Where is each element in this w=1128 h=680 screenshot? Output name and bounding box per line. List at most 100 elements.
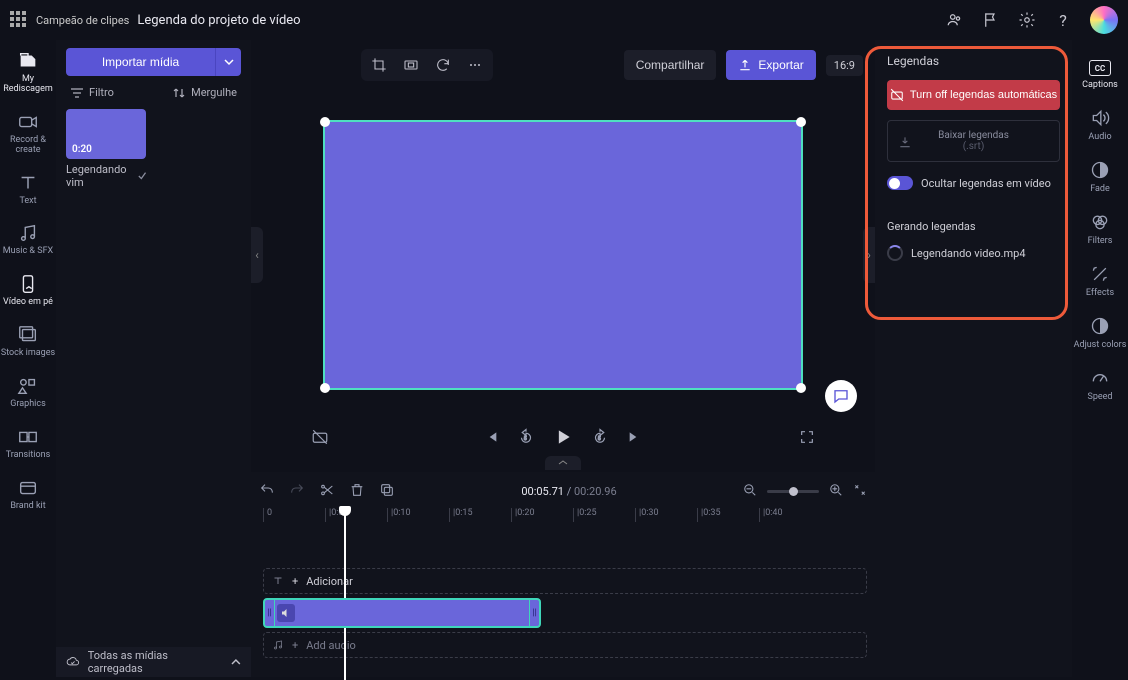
comment-fab[interactable]: [825, 380, 857, 412]
panel-collapse-left[interactable]: ‹: [251, 227, 263, 283]
help-icon[interactable]: ?: [1054, 11, 1072, 29]
apps-grid-icon[interactable]: [10, 11, 28, 29]
forward-button[interactable]: 5: [591, 428, 609, 449]
mute-icon[interactable]: [277, 604, 295, 622]
rotate-button[interactable]: [429, 53, 457, 77]
ruler-tick: |0:20: [511, 508, 573, 522]
contrast-icon: [1090, 316, 1110, 336]
generating-item: Legendando video.mp4: [887, 245, 1060, 261]
ruler-tick: |0:30: [635, 508, 697, 522]
check-icon: [138, 171, 146, 181]
zoom-out-button[interactable]: [743, 483, 757, 500]
rightnav-audio[interactable]: Audio: [1072, 100, 1128, 150]
chevron-up-icon: [231, 657, 241, 667]
filter-button[interactable]: Filtro: [70, 86, 114, 99]
video-clip[interactable]: || ||: [263, 598, 541, 628]
panel-collapse-right[interactable]: ›: [863, 227, 875, 283]
zoom-fit-button[interactable]: [853, 483, 867, 500]
sidebar-item-graphics[interactable]: Graphics: [0, 369, 56, 418]
speedometer-icon: [1090, 368, 1110, 388]
clip-trim-right[interactable]: ||: [529, 600, 539, 626]
chevron-down-icon: [224, 57, 234, 67]
ruler-tick: |0:35: [697, 508, 759, 522]
resize-handle[interactable]: [320, 383, 330, 393]
resize-handle[interactable]: [320, 117, 330, 127]
undo-button[interactable]: [259, 482, 275, 501]
media-status-bar[interactable]: Todas as mídias carregadas: [56, 647, 251, 677]
magic-wand-icon: [1090, 264, 1110, 284]
project-title[interactable]: Legenda do projeto de vídeo: [137, 13, 300, 28]
ruler-tick: |0:15: [449, 508, 511, 522]
video-preview[interactable]: [323, 120, 803, 390]
sidebar-item-record[interactable]: Record & create: [0, 105, 56, 164]
redo-button[interactable]: [289, 482, 305, 501]
split-button[interactable]: [319, 482, 335, 501]
zoom-slider[interactable]: [767, 490, 819, 493]
hide-captions-label: Ocultar legendas em vídeo: [921, 177, 1051, 190]
turn-off-auto-captions-button[interactable]: Turn off legendas automáticas: [887, 80, 1060, 110]
duplicate-button[interactable]: [379, 482, 395, 501]
chat-icon: [832, 387, 850, 405]
import-dropdown-button[interactable]: [215, 48, 241, 76]
rightnav-speed[interactable]: Speed: [1072, 360, 1128, 410]
sidebar-item-stock[interactable]: Stock images: [0, 318, 56, 367]
export-button[interactable]: Exportar: [726, 50, 815, 80]
sidebar-item-transitions[interactable]: Transitions: [0, 420, 56, 469]
text-track[interactable]: + Adicionar: [263, 568, 867, 594]
crop-button[interactable]: [365, 53, 393, 77]
playhead[interactable]: [344, 508, 346, 680]
sidebar-item-brand[interactable]: Brand kit: [0, 471, 56, 520]
download-captions-button[interactable]: Baixar legendas (.srt): [887, 120, 1060, 162]
skip-forward-button[interactable]: [627, 429, 643, 448]
sidebar-item-text[interactable]: Text: [0, 166, 56, 215]
sidebar-item-standing-video[interactable]: Vídeo em pé: [0, 267, 56, 316]
ruler-tick: |0:25: [573, 508, 635, 522]
audio-track[interactable]: + Add audio: [263, 632, 867, 658]
share-button[interactable]: Compartilhar: [624, 50, 717, 80]
avatar[interactable]: [1090, 6, 1118, 34]
gear-icon[interactable]: [1018, 11, 1036, 29]
fullscreen-button[interactable]: [799, 429, 815, 448]
center-stage: Compartilhar Exportar 16:9 ‹ ›: [251, 40, 875, 677]
speaker-icon: [1090, 108, 1110, 128]
video-track[interactable]: || ||: [263, 600, 867, 626]
captions-title: Legendas: [887, 54, 1060, 68]
upload-icon: [738, 58, 752, 72]
zoom-in-button[interactable]: [829, 483, 843, 500]
resize-handle[interactable]: [796, 383, 806, 393]
download-icon: [898, 135, 912, 149]
rightnav-captions[interactable]: CC Captions: [1072, 52, 1128, 98]
topbar: Campeão de clipes Legenda do projeto de …: [0, 0, 1128, 40]
sidebar-item-redial[interactable]: My Rediscagem: [0, 44, 56, 103]
clip-name: Legendando vim: [66, 163, 134, 189]
team-icon[interactable]: [946, 11, 964, 29]
more-button[interactable]: [461, 53, 489, 77]
text-icon: [272, 575, 284, 587]
aspect-ratio-button[interactable]: 16:9: [826, 55, 863, 76]
play-button[interactable]: [553, 427, 573, 450]
delete-button[interactable]: [349, 482, 365, 501]
timeline-ruler[interactable]: 0 |0:05 |0:10 |0:15 |0:20 |0:25 |0:30 |0…: [259, 508, 867, 526]
hide-captions-toggle[interactable]: [887, 176, 913, 190]
resize-handle[interactable]: [796, 117, 806, 127]
rightnav-effects[interactable]: Effects: [1072, 256, 1128, 306]
app-name: Campeão de clipes: [36, 14, 129, 27]
rightnav-adjust[interactable]: Adjust colors: [1072, 308, 1128, 358]
import-media-button[interactable]: Importar mídia: [66, 48, 215, 76]
sort-button[interactable]: Mergulhe: [172, 86, 237, 99]
media-clip[interactable]: 0:20 Legendando vim: [66, 109, 146, 189]
svg-text:5: 5: [524, 436, 527, 442]
music-icon: [272, 639, 284, 651]
rewind-button[interactable]: 5: [517, 428, 535, 449]
timeline-expand-button[interactable]: [545, 456, 581, 470]
cloud-check-icon: [66, 655, 80, 669]
sidebar-item-music[interactable]: Music & SFX: [0, 216, 56, 265]
skip-back-button[interactable]: [483, 429, 499, 448]
clip-trim-left[interactable]: ||: [265, 600, 275, 626]
rightnav-filters[interactable]: Filters: [1072, 204, 1128, 254]
rightnav-fade[interactable]: Fade: [1072, 152, 1128, 202]
fit-button[interactable]: [397, 53, 425, 77]
clip-duration: 0:20: [72, 144, 92, 155]
hide-captions-icon[interactable]: [311, 428, 329, 449]
flag-icon[interactable]: [982, 11, 1000, 29]
